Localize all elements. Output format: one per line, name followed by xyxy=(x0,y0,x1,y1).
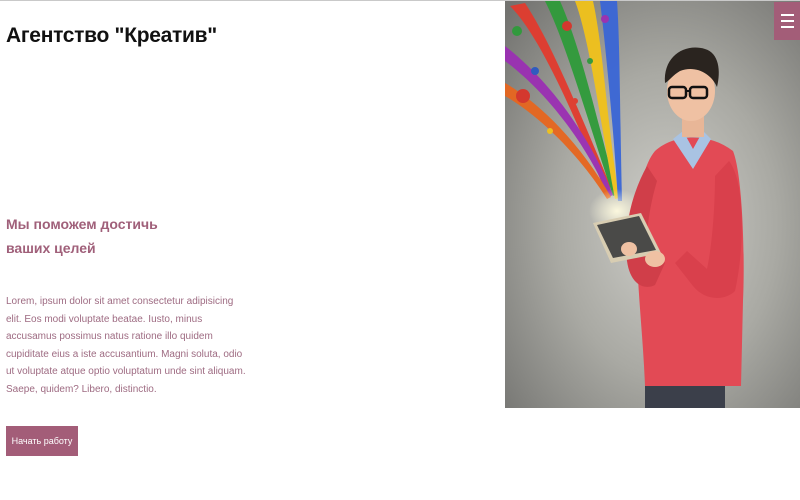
hamburger-menu-icon-bar xyxy=(780,26,794,28)
hero-description: Lorem, ipsum dolor sit amet consectetur … xyxy=(6,296,246,395)
hero-headline: Мы поможем достичь ваших целей xyxy=(6,212,246,260)
site-title: Агентство "Креатив" xyxy=(6,24,217,47)
hero-illustration xyxy=(505,1,800,408)
hero-headline-line-2: ваших целей xyxy=(6,240,96,256)
hamburger-menu-icon xyxy=(780,14,794,16)
hero-headline-line-1: Мы поможем достичь xyxy=(6,216,158,232)
hamburger-menu-icon-bar xyxy=(780,20,794,22)
hero-image xyxy=(505,1,800,408)
hamburger-menu-button[interactable] xyxy=(774,2,800,40)
start-work-button[interactable]: Начать работу xyxy=(6,426,78,456)
